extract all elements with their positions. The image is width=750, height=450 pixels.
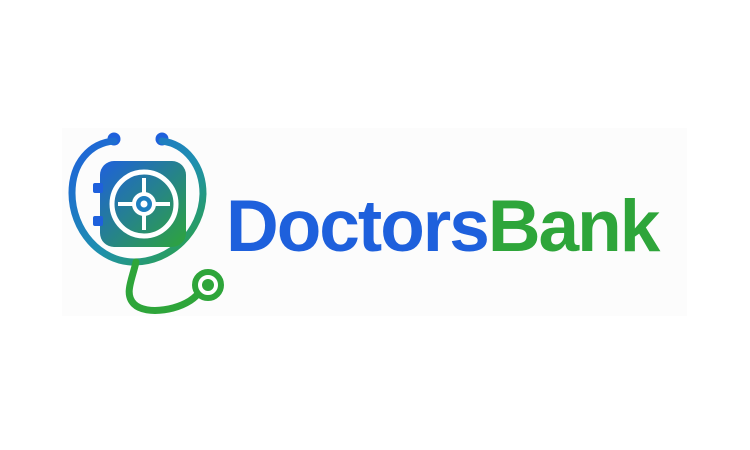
brand-name-bank: Bank (487, 186, 661, 267)
vault-hinge-bottom (93, 216, 103, 226)
page-canvas: DoctorsBank (0, 0, 750, 450)
vault-dial-center (140, 200, 148, 208)
brand-name-doctors: Doctors (226, 186, 490, 267)
chest-piece-center (202, 279, 214, 291)
brand-wordmark: DoctorsBank (226, 182, 661, 272)
vault-hinge-top (93, 183, 103, 193)
stethoscope-vault-icon (68, 132, 224, 314)
